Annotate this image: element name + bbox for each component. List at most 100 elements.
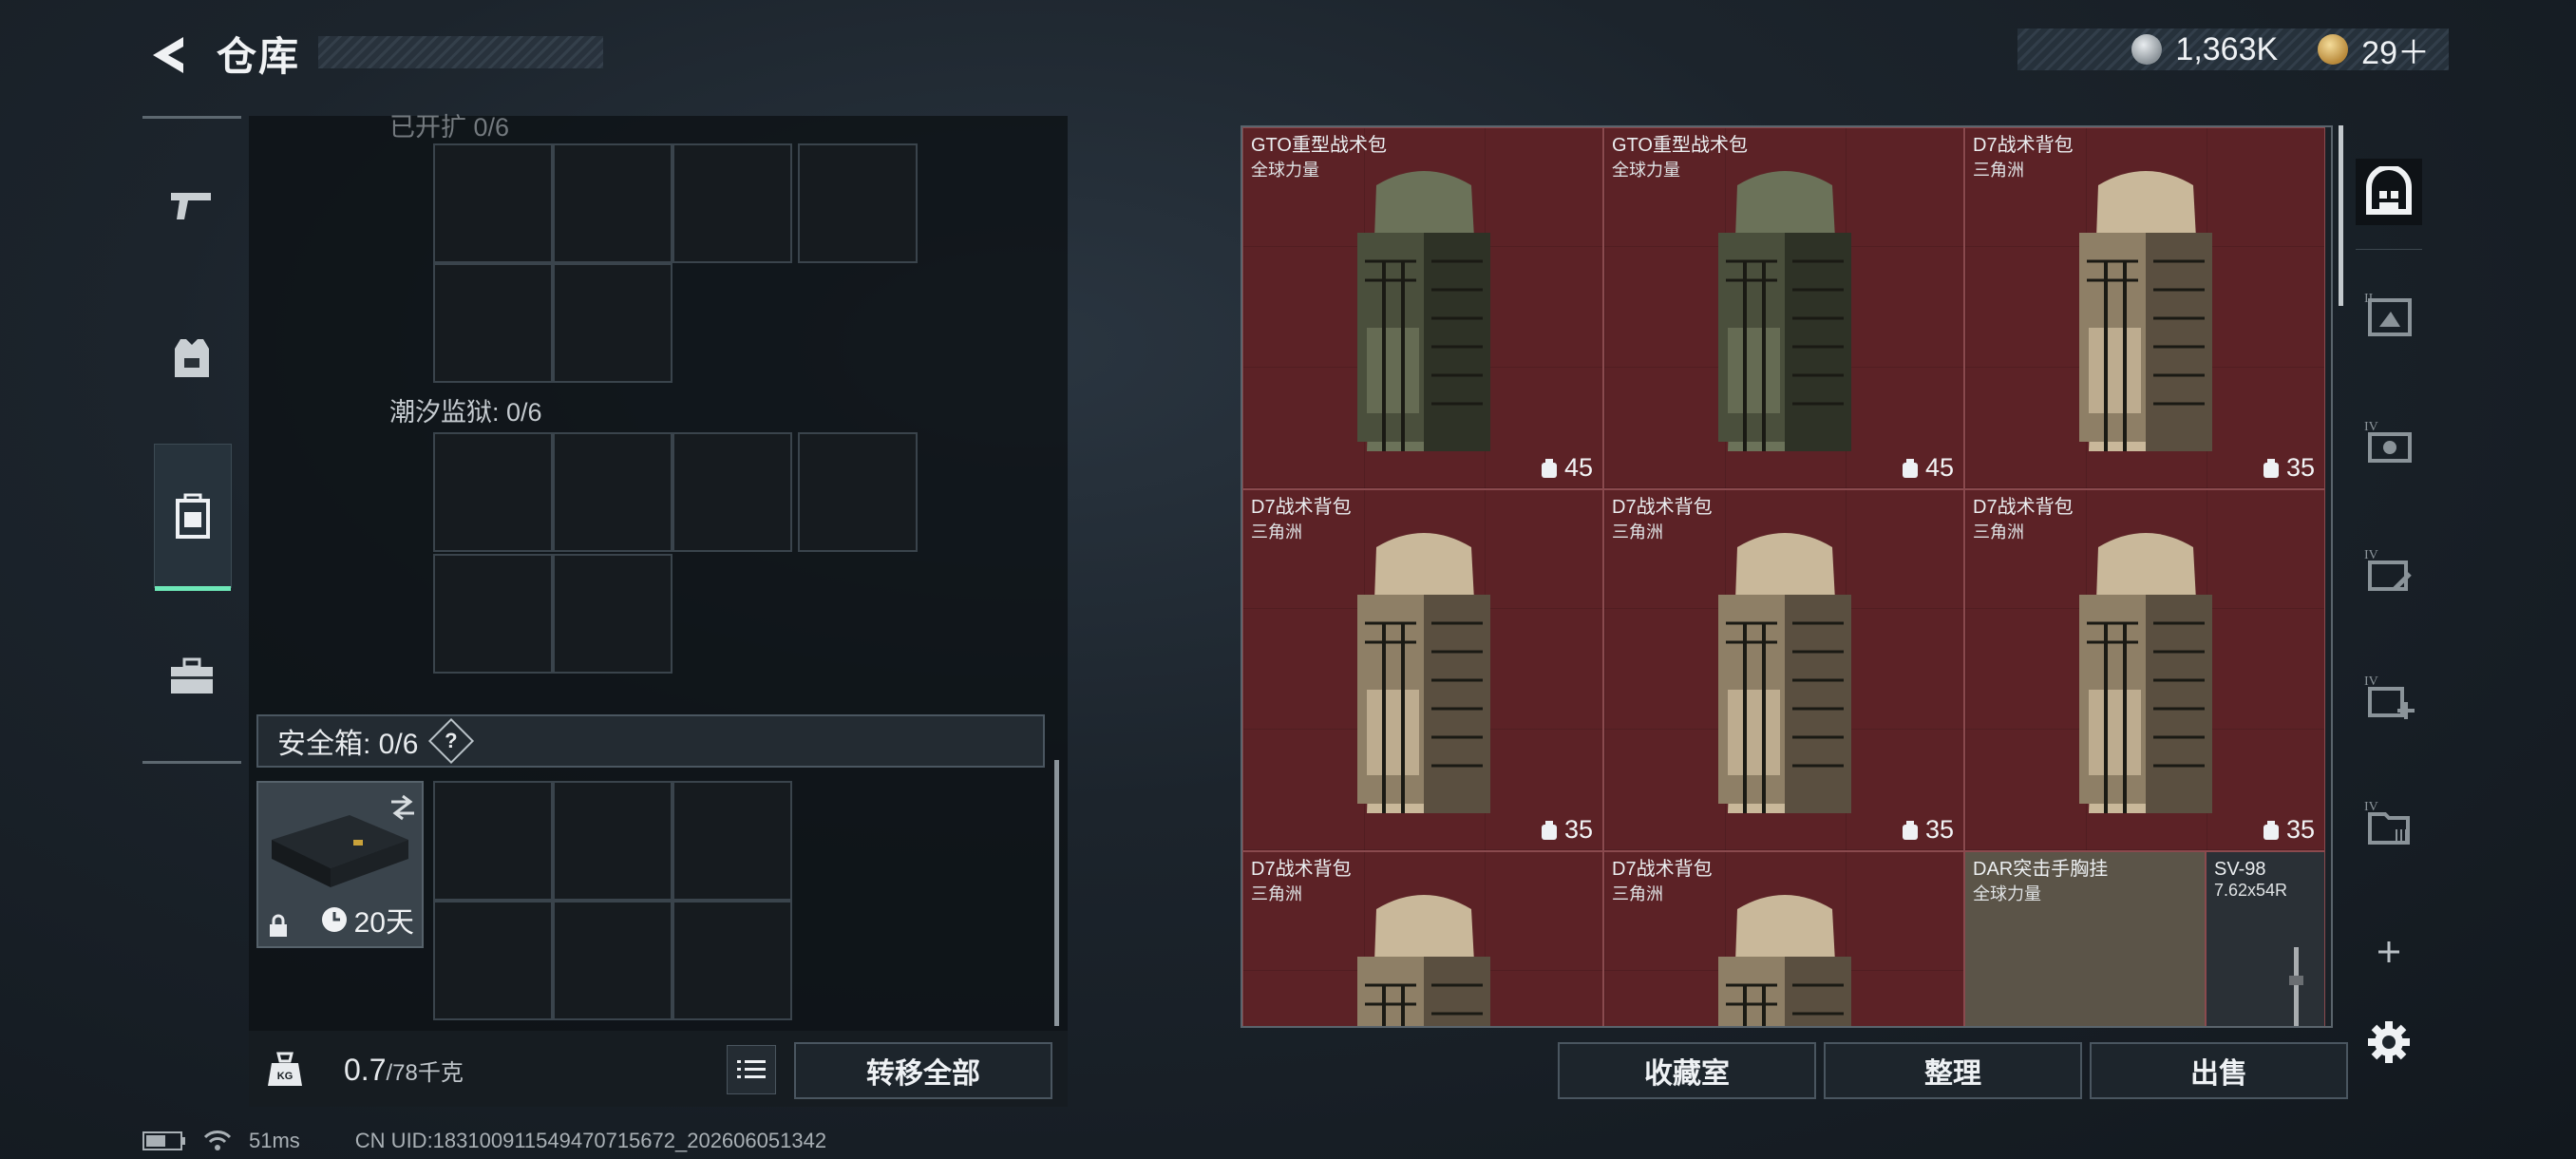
battery-icon [142,1131,185,1150]
briefcase-icon [171,657,213,694]
collection-room-button[interactable]: 收藏室 [1558,1042,1816,1099]
back-button[interactable] [141,27,198,84]
currency-bar: 1,363K 29＋ [2017,27,2449,73]
item-brand: 三角洲 [1251,884,1302,903]
list-view-button[interactable] [727,1045,776,1094]
inventory-item[interactable]: SV-98 7.62x54R [2206,851,2325,1026]
inventory-item[interactable]: GTO重型战术包 全球力量 45 [1603,127,1964,489]
tab-loadout-4b[interactable]: IV [2356,539,2422,605]
grid-cell[interactable] [672,432,792,552]
tab-weapons[interactable] [154,135,230,277]
weight-button[interactable]: KG [261,1045,309,1092]
lock-icon [270,914,287,937]
grid-cell[interactable] [672,901,792,1020]
item-capacity-value: 45 [1563,453,1593,482]
grid-cell[interactable] [433,901,553,1020]
help-icon: ? [445,728,459,752]
item-name: GTO重型战术包 [1251,135,1387,156]
item-name: D7战术背包 [1251,859,1352,880]
svg-text:IV: IV [2364,420,2378,434]
list-icon [737,1060,766,1078]
left-panel-scrollbar[interactable] [1054,760,1059,1026]
rail-divider [142,761,241,764]
item-capacity-value: 35 [1563,815,1593,844]
safe-box-header: 安全箱: 0/6 ? [256,714,1045,768]
loadout-II-icon: II [2364,292,2412,336]
tab-loadout-4a[interactable]: IV [2356,410,2422,477]
gold-balance[interactable]: 29＋ [2361,27,2430,73]
grid-cell[interactable] [553,554,672,674]
warehouse-grid: GTO重型战术包 全球力量 45 GTO重型战术包 全球力量 45 D7战术背包 三角洲 35 D… [1241,125,2333,1028]
tab-toolbox[interactable] [154,605,230,748]
backpack-capacity-icon [2263,458,2279,478]
safe-box-days: 20天 [353,907,414,939]
plus-icon [2378,941,2399,962]
item-capacity-value: 35 [1924,815,1954,844]
grid-cell[interactable] [553,432,672,552]
tab-warehouse-main[interactable] [2356,159,2422,225]
inventory-item[interactable]: GTO重型战术包 全球力量 45 [1242,127,1603,489]
grid-cell[interactable] [798,432,918,552]
backpack-capacity-icon [1902,458,1918,478]
tab-loadout-4c[interactable]: IV [2356,665,2422,732]
transfer-all-button[interactable]: 转移全部 [794,1042,1052,1099]
grid-cell[interactable] [553,781,672,901]
tab-armor[interactable] [154,287,230,429]
inventory-item[interactable]: D7战术背包 三角洲 35 [1964,127,2325,489]
loadout-IV-add-icon: IV [2364,674,2415,719]
grid-cell[interactable] [553,143,672,263]
item-name: D7战术背包 [1251,497,1352,518]
organize-button[interactable]: 整理 [1824,1042,2082,1099]
item-brand: 三角洲 [1612,522,1663,542]
inventory-item[interactable]: D7战术背包 三角洲 [1242,851,1603,1026]
rail-divider [142,116,241,119]
grid-cell[interactable] [553,263,672,383]
vest-icon [175,339,209,377]
item-brand: 7.62x54R [2214,881,2288,900]
home-vault-icon [2366,166,2412,215]
grid-cell[interactable] [433,432,553,552]
silver-balance: 1,363K [2175,30,2279,67]
inventory-item[interactable]: D7战术背包 三角洲 35 [1964,489,2325,851]
safe-box-label: 安全箱: 0/6 [277,729,419,760]
inventory-item[interactable]: DAR突击手胸挂 全球力量 [1964,851,2206,1026]
warehouse-scrollbar[interactable] [2339,125,2343,306]
chest-rig-image [1977,1014,2195,1026]
inventory-item[interactable]: D7战术背包 三角洲 [1603,851,1964,1026]
backpack-icon [176,493,210,539]
item-capacity: 35 [2262,453,2315,483]
help-button[interactable]: ? [428,717,475,765]
grid-cell[interactable] [433,554,553,674]
grid-cell[interactable] [672,143,792,263]
item-brand: 三角洲 [1251,522,1302,542]
svg-text:IV: IV [2364,800,2378,814]
settings-button[interactable] [2365,1018,2413,1066]
tab-loadout-2[interactable]: II [2356,282,2422,349]
backpack-image [1690,871,1880,1026]
grid-cell[interactable] [672,781,792,901]
backpack-capacity-icon [2263,820,2279,840]
item-brand: 全球力量 [1251,161,1319,180]
loadout-IV-icon: IV [2364,420,2412,463]
grid-cell[interactable] [433,781,553,901]
tab-backpack[interactable] [154,444,232,591]
item-capacity-value: 45 [1924,453,1954,482]
safe-box-item[interactable]: 20天 [256,781,424,948]
item-name: D7战术背包 [1973,135,2074,156]
inventory-item[interactable]: D7战术背包 三角洲 35 [1603,489,1964,851]
grid-cell[interactable] [798,143,918,263]
inventory-item[interactable]: D7战术背包 三角洲 35 [1242,489,1603,851]
tab-loadout-4d[interactable]: IV [2356,790,2422,857]
status-bar: 51ms CN UID:18310091154947071567​2_20260… [142,1129,826,1153]
backpack-image [1329,509,1519,827]
item-brand: 全球力量 [1973,884,2041,903]
item-capacity-value: 35 [2285,453,2315,482]
back-arrow-icon [153,37,183,73]
grid-cell[interactable] [433,263,553,383]
ping-readout: 51ms [249,1129,300,1152]
sell-button[interactable]: 出售 [2090,1042,2348,1099]
item-capacity: 35 [1540,815,1593,845]
add-page-button[interactable] [2356,928,2422,976]
grid-cell[interactable] [433,143,553,263]
grid-cell[interactable] [553,901,672,1020]
